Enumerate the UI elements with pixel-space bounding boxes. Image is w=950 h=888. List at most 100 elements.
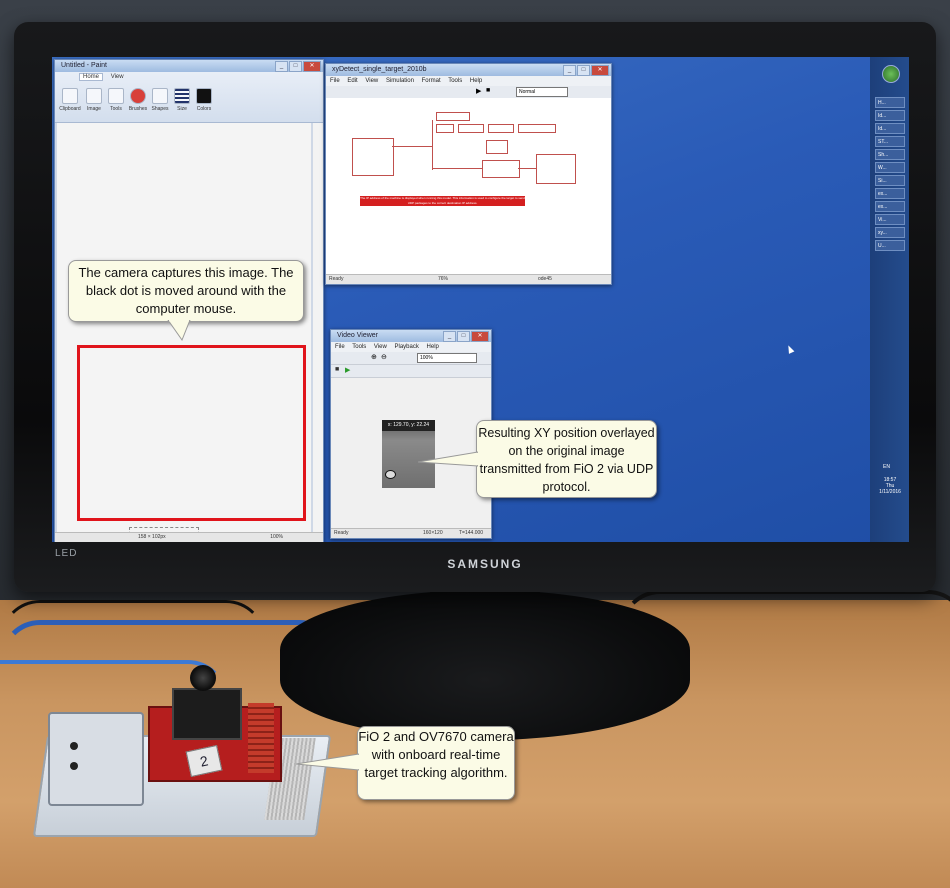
taskbar-item[interactable]: Si... <box>875 175 905 186</box>
play-icon[interactable]: ▶ <box>345 366 350 374</box>
minimize-button[interactable]: _ <box>563 65 576 76</box>
start-orb-icon[interactable] <box>882 65 900 83</box>
taskbar-item[interactable]: W... <box>875 162 905 173</box>
menu-view[interactable]: View <box>365 78 378 84</box>
brush-icon <box>130 88 146 104</box>
gain-block[interactable] <box>436 112 470 121</box>
windows-taskbar: H... Id... Id... ST... Sh... W... Si... … <box>870 57 909 542</box>
taskbar-clock[interactable]: 18:57 Thu 1/11/2016 <box>873 477 907 495</box>
ribbon-label: Tools <box>110 106 122 112</box>
pin-headers <box>248 703 274 773</box>
callout-fio-board: FiO 2 and OV7670 camera with onboard rea… <box>357 726 515 800</box>
module-button <box>70 742 78 750</box>
ribbon-tools[interactable]: Tools <box>105 88 127 112</box>
menu-simulation[interactable]: Simulation <box>386 78 414 84</box>
clipboard-icon <box>62 88 78 104</box>
simulink-model-window[interactable]: xyDetect_single_target_2010b _ □ ✕ File … <box>325 63 612 285</box>
callout-tail <box>418 451 478 467</box>
viewer-toolbar-2: ■ ▶ <box>331 365 491 378</box>
menu-format[interactable]: Format <box>422 78 441 84</box>
language-indicator[interactable]: EN <box>883 464 890 470</box>
viewer-titlebar[interactable]: Video Viewer _ □ ✕ <box>331 330 491 342</box>
sum-block-1[interactable] <box>436 124 454 133</box>
menu-file[interactable]: File <box>330 78 340 84</box>
sum-block-4[interactable] <box>518 124 556 133</box>
simulink-solver: ode45 <box>538 276 552 282</box>
play-icon[interactable]: ▶ <box>476 87 481 95</box>
ribbon-label: Clipboard <box>59 106 81 112</box>
minimize-button[interactable]: _ <box>443 331 456 342</box>
maximize-button[interactable]: □ <box>457 331 470 342</box>
menu-playback[interactable]: Playback <box>395 344 419 350</box>
menu-edit[interactable]: Edit <box>347 78 357 84</box>
simulink-statusbar: Ready 76% ode45 <box>326 274 611 284</box>
signal-line <box>518 168 536 169</box>
simulink-canvas: The IP address of the machine is display… <box>326 98 611 274</box>
pointer-data-block[interactable] <box>486 140 508 154</box>
callout-camera-capture: The camera captures this image. The blac… <box>68 260 304 322</box>
paint-zoom-level: 100% <box>270 534 283 540</box>
callout-tail <box>167 320 191 342</box>
taskbar-item[interactable]: Vi... <box>875 214 905 225</box>
video-viewer-block[interactable] <box>536 154 576 184</box>
signal-line <box>392 146 432 147</box>
close-button[interactable]: ✕ <box>471 331 489 342</box>
viewer-toolbar-1: ⊕ ⊖ 100% <box>331 352 491 365</box>
menu-view[interactable]: View <box>374 344 387 350</box>
close-button[interactable]: ✕ <box>303 61 321 72</box>
minimize-button[interactable]: _ <box>275 61 288 72</box>
clock-date: 1/11/2016 <box>879 489 901 495</box>
pencil-icon <box>108 88 124 104</box>
ribbon-shapes[interactable]: Shapes <box>149 88 171 112</box>
ribbon-label: Size <box>177 106 187 112</box>
viewer-frame-size: 160×120 <box>423 530 443 536</box>
ribbon-brushes[interactable]: Brushes <box>127 88 149 112</box>
ribbon-tab-home[interactable]: Home <box>79 73 104 81</box>
sum-block-2[interactable] <box>458 124 484 133</box>
video-viewer-window[interactable]: Video Viewer _ □ ✕ File Tools View Playb… <box>330 329 492 539</box>
xy-position-overlay: x: 129.70, y: 22.24 <box>382 420 435 431</box>
canvas-dimensions: 158 × 102px <box>138 534 166 540</box>
menu-tools[interactable]: Tools <box>448 78 462 84</box>
viewer-time: T=144.000 <box>459 530 484 536</box>
zoom-in-icon[interactable]: ⊕ <box>371 353 377 361</box>
viewer-menubar: File Tools View Playback Help <box>331 342 491 352</box>
maximize-button[interactable]: □ <box>289 61 302 72</box>
taskbar-item[interactable]: ex... <box>875 201 905 212</box>
taskbar-item[interactable]: ST... <box>875 136 905 147</box>
maximize-button[interactable]: □ <box>577 65 590 76</box>
ribbon-label: Image <box>87 106 101 112</box>
taskbar-item[interactable]: H... <box>875 97 905 108</box>
paint-titlebar[interactable]: Untitled - Paint _ □ ✕ <box>55 60 323 72</box>
viewer-zoom-select[interactable]: 100% <box>417 353 477 363</box>
taskbar-item[interactable]: U... <box>875 240 905 251</box>
ribbon-colors[interactable]: Colors <box>193 88 215 112</box>
zoom-out-icon[interactable]: ⊖ <box>381 353 387 361</box>
stop-icon[interactable]: ■ <box>335 366 339 373</box>
sum-block-3[interactable] <box>488 124 514 133</box>
ribbon-clipboard[interactable]: Clipboard <box>59 88 81 112</box>
ribbon-size[interactable]: Size <box>171 88 193 112</box>
image-icon <box>86 88 102 104</box>
simulink-error-banner: The IP address of the machine is display… <box>360 196 525 206</box>
ov7670-camera-board <box>172 688 242 740</box>
close-button[interactable]: ✕ <box>591 65 609 76</box>
taskbar-item[interactable]: xy... <box>875 227 905 238</box>
ribbon-label: Shapes <box>151 106 169 112</box>
stop-icon[interactable]: ■ <box>486 87 490 94</box>
udp-receive-block[interactable] <box>352 138 394 176</box>
menu-tools[interactable]: Tools <box>352 344 366 350</box>
menu-help[interactable]: Help <box>470 78 482 84</box>
led-logo: LED <box>55 548 78 559</box>
taskbar-item[interactable]: Sh... <box>875 149 905 160</box>
xydecode-block[interactable] <box>482 160 520 178</box>
taskbar-item[interactable]: ex... <box>875 188 905 199</box>
ribbon-image[interactable]: Image <box>83 88 105 112</box>
menu-file[interactable]: File <box>335 344 345 350</box>
simulink-titlebar[interactable]: xyDetect_single_target_2010b _ □ ✕ <box>326 64 611 76</box>
menu-help[interactable]: Help <box>427 344 439 350</box>
ribbon-tab-view[interactable]: View <box>111 74 124 80</box>
taskbar-item[interactable]: Id... <box>875 123 905 134</box>
sim-mode-select[interactable]: Normal <box>516 87 568 97</box>
taskbar-item[interactable]: Id... <box>875 110 905 121</box>
